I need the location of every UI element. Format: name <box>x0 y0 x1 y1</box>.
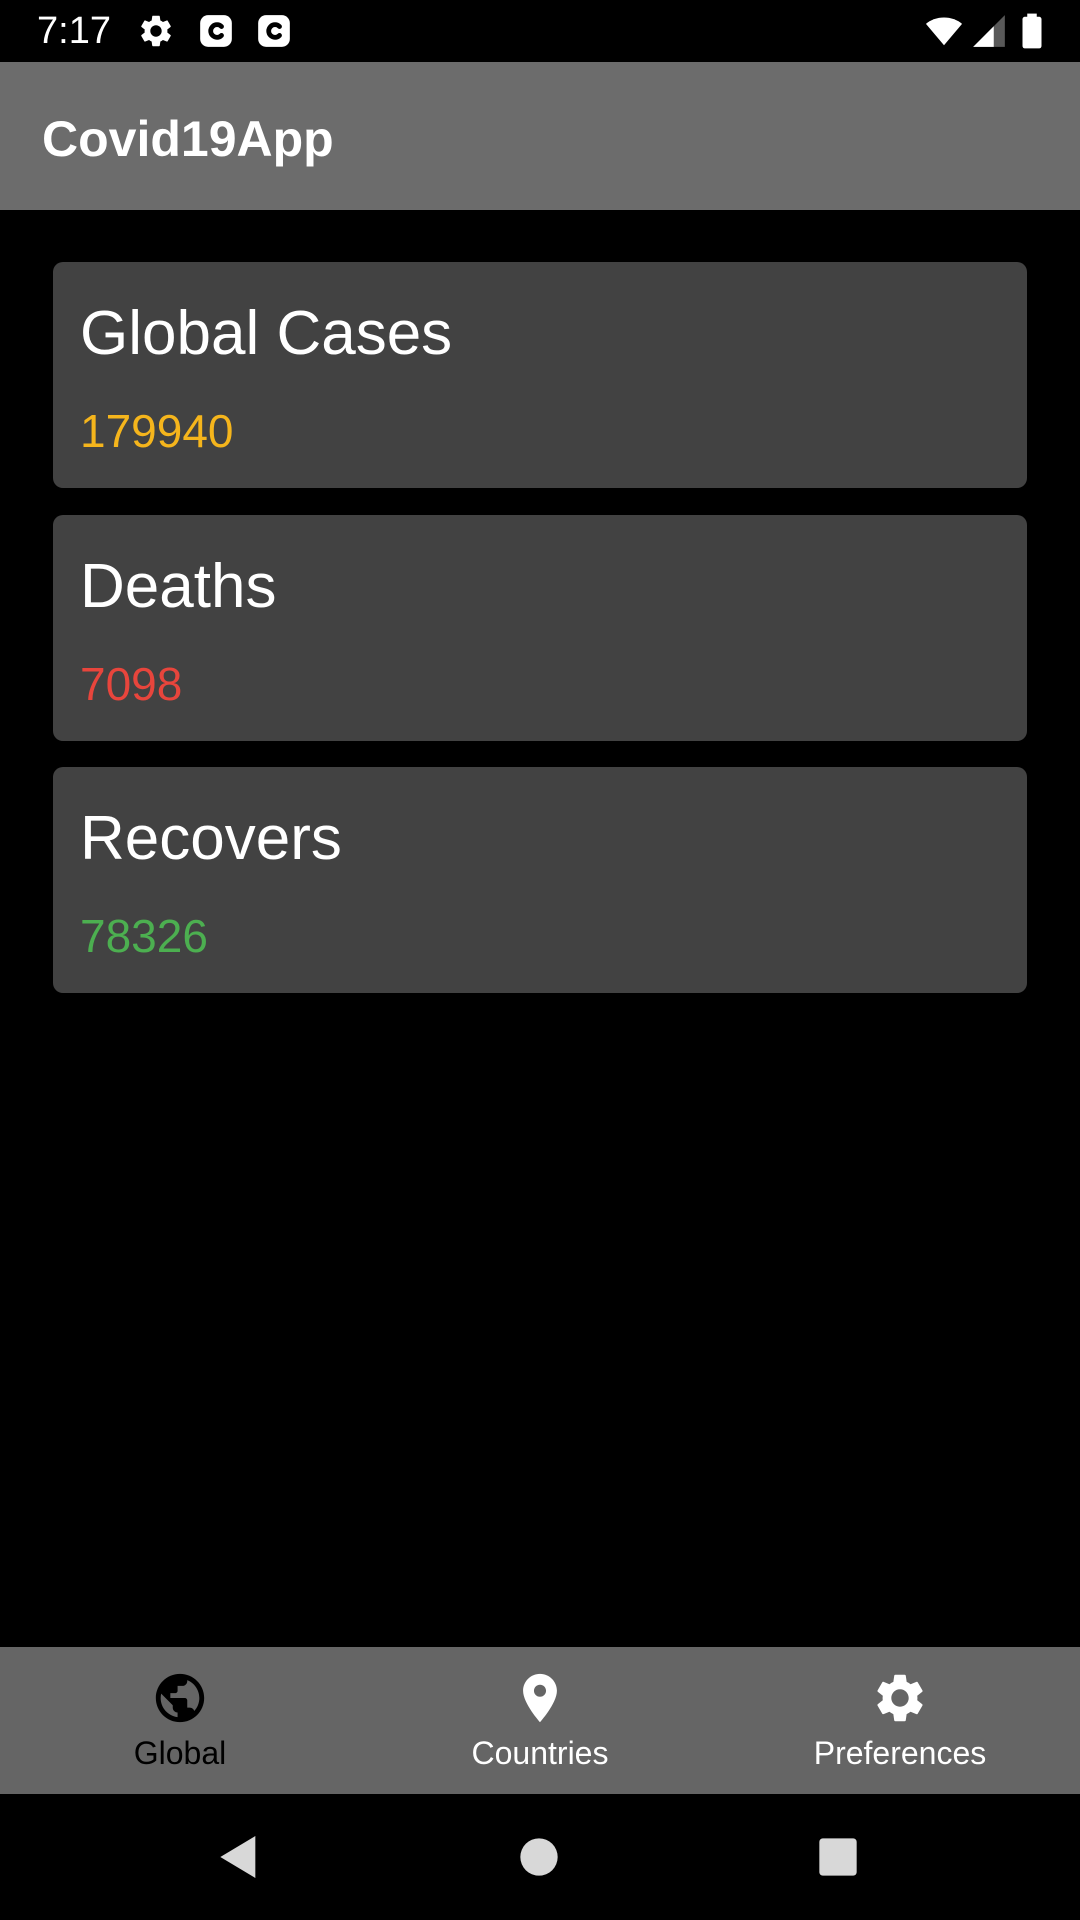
nav-item-countries[interactable]: Countries <box>360 1647 720 1794</box>
deaths-value: 7098 <box>80 658 183 710</box>
card-title: Deaths <box>80 552 277 621</box>
card-title: Recovers <box>80 804 342 873</box>
recovers-card: Recovers 78326 <box>53 767 1027 993</box>
wifi-icon <box>923 12 965 50</box>
c-notification-icon <box>255 12 293 50</box>
gear-icon <box>137 12 175 50</box>
c-notification-icon <box>197 12 235 50</box>
global-cases-value: 179940 <box>80 405 234 457</box>
nav-label-global: Global <box>133 1735 227 1771</box>
recents-icon[interactable] <box>810 1829 866 1885</box>
bottom-navigation: Global Countries Preferences <box>0 1647 1080 1794</box>
card-title: Global Cases <box>80 299 453 368</box>
global-cases-card: Global Cases 179940 <box>53 262 1027 488</box>
system-navigation-bar <box>0 1794 1080 1920</box>
gear-icon <box>871 1669 929 1727</box>
nav-item-preferences[interactable]: Preferences <box>720 1647 1080 1794</box>
nav-label-preferences: Preferences <box>813 1735 987 1771</box>
nav-item-global[interactable]: Global <box>0 1647 360 1794</box>
back-icon[interactable] <box>211 1829 267 1885</box>
app-title: Covid19App <box>42 111 334 167</box>
location-pin-icon <box>511 1669 569 1727</box>
status-time: 7:17 <box>37 10 111 52</box>
globe-icon <box>151 1669 209 1727</box>
deaths-card: Deaths 7098 <box>53 515 1027 741</box>
battery-icon <box>1013 12 1051 50</box>
nav-label-countries: Countries <box>471 1735 609 1771</box>
status-bar: 7:17 <box>0 0 1080 62</box>
recovers-value: 78326 <box>80 910 208 962</box>
app-bar: Covid19App <box>0 62 1080 210</box>
cell-signal-icon <box>970 12 1008 50</box>
home-icon[interactable] <box>511 1829 567 1885</box>
